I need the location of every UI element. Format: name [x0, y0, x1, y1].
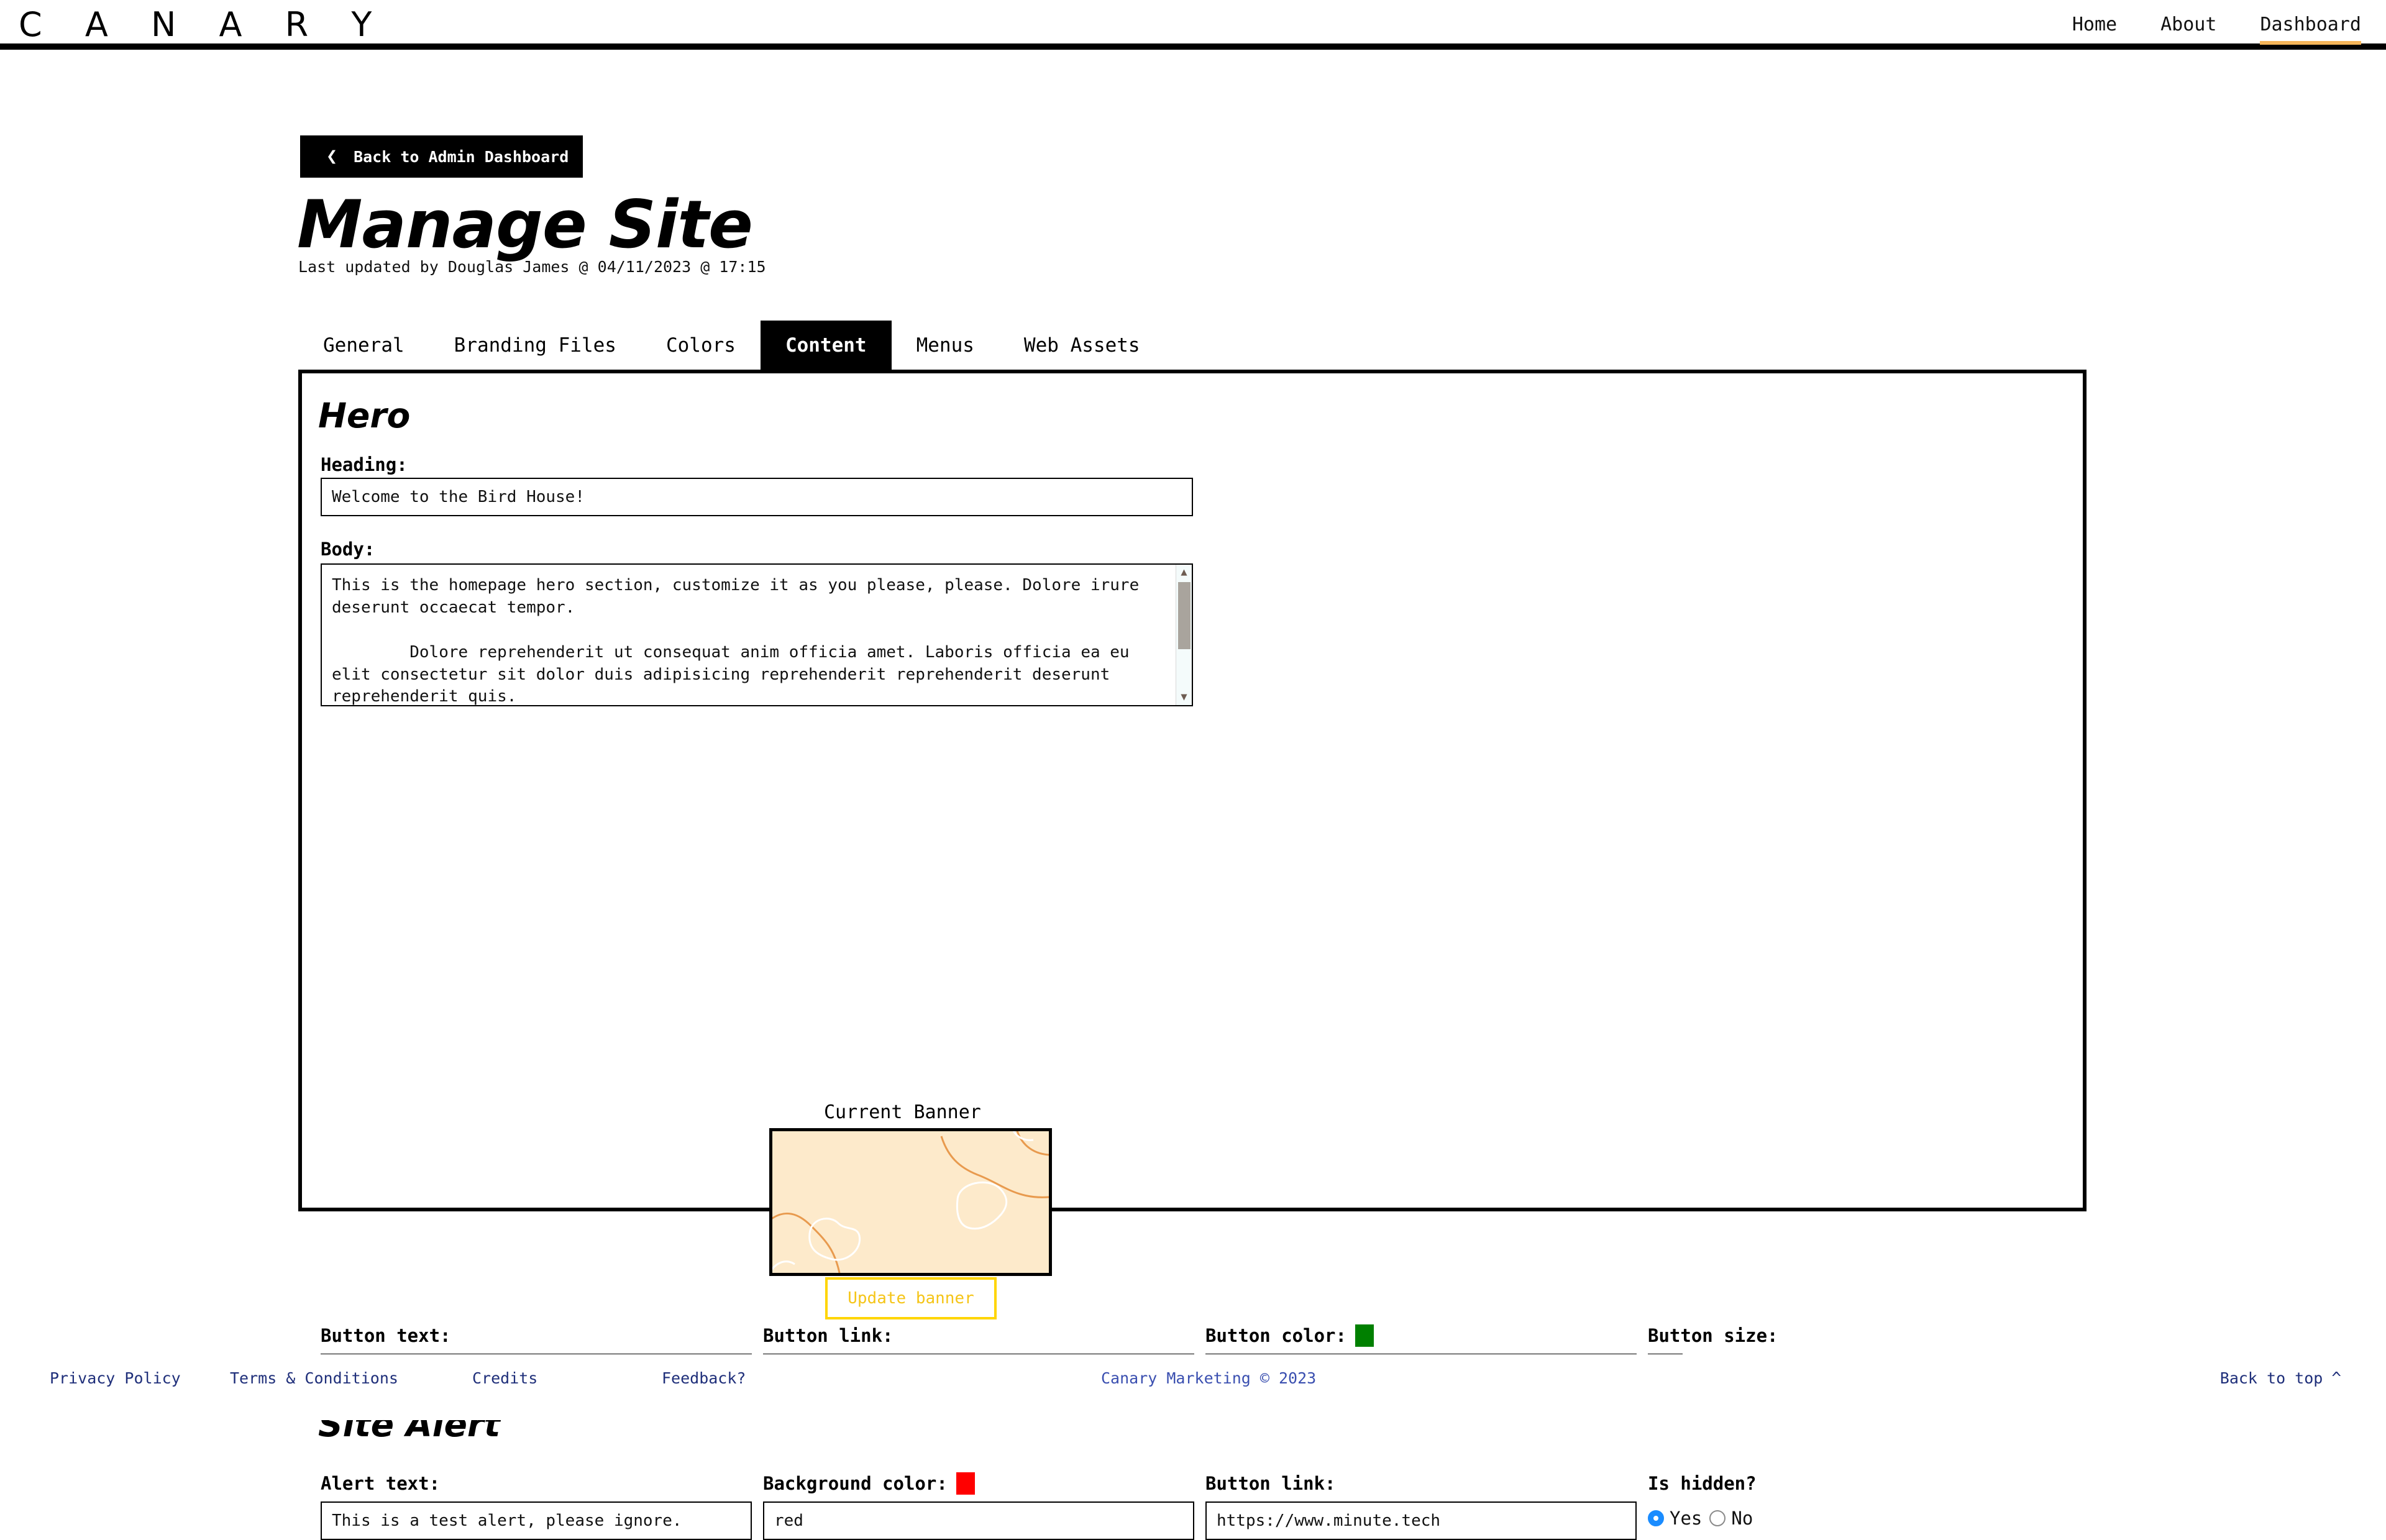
alert-bg-color-label-text: Background color: — [763, 1473, 948, 1494]
radio-yes-icon[interactable] — [1648, 1510, 1664, 1526]
textarea-scrollbar[interactable]: ▲ ▼ — [1176, 565, 1192, 705]
last-updated-text: Last updated by Douglas James @ 04/11/20… — [298, 258, 766, 276]
hero-heading-input[interactable] — [321, 478, 1193, 516]
alert-is-hidden-no-option[interactable]: No — [1709, 1508, 1753, 1529]
tab-general[interactable]: General — [298, 321, 429, 370]
back-button-label: Back to Admin Dashboard — [354, 148, 569, 166]
footer-back-to-top-link[interactable]: Back to top ^ — [2220, 1369, 2341, 1387]
current-banner-preview — [769, 1128, 1052, 1276]
scrollbar-thumb[interactable] — [1178, 582, 1191, 649]
hero-heading-label: Heading: — [321, 454, 408, 475]
hero-button-color-label-text: Button color: — [1205, 1325, 1346, 1346]
brand-logo[interactable]: C A N A R Y — [19, 5, 388, 44]
page-footer: Privacy Policy Terms & Conditions Credit… — [0, 1354, 2386, 1420]
settings-tabs: General Branding Files Colors Content Me… — [298, 321, 1165, 370]
alert-is-hidden-label: Is hidden? — [1648, 1472, 2070, 1495]
tab-branding-files[interactable]: Branding Files — [429, 321, 641, 370]
tab-menus[interactable]: Menus — [892, 321, 999, 370]
alert-bg-color-swatch — [956, 1472, 975, 1495]
hero-button-color-swatch — [1355, 1324, 1374, 1347]
hero-heading-field-wrapper — [321, 478, 1193, 516]
hero-button-color-label: Button color: — [1205, 1324, 1637, 1347]
radio-no-label: No — [1731, 1508, 1753, 1529]
hero-button-size-label: Button size: — [1648, 1324, 2070, 1347]
alert-text-input[interactable] — [321, 1501, 752, 1540]
top-navigation-bar: C A N A R Y Home About Dashboard — [0, 0, 2386, 50]
nav-item-dashboard[interactable]: Dashboard — [2260, 14, 2361, 45]
hero-body-textarea[interactable]: This is the homepage hero section, custo… — [321, 563, 1193, 706]
footer-link-privacy-policy[interactable]: Privacy Policy — [50, 1369, 181, 1387]
alert-is-hidden-radio-group: Yes No — [1648, 1501, 2070, 1529]
back-to-admin-dashboard-button[interactable]: ❮ Back to Admin Dashboard — [300, 135, 583, 178]
update-banner-button[interactable]: Update banner — [825, 1277, 997, 1319]
alert-button-link-cell: Button link: — [1205, 1472, 1648, 1540]
footer-link-credits[interactable]: Credits — [472, 1369, 537, 1387]
chevron-left-icon: ❮ — [326, 147, 337, 166]
alert-bg-color-label: Background color: — [763, 1472, 1194, 1495]
footer-link-feedback[interactable]: Feedback? — [662, 1369, 746, 1387]
content-tab-panel: Hero Heading: Body: This is the homepage… — [298, 370, 2087, 1211]
nav-item-home[interactable]: Home — [2072, 14, 2117, 41]
footer-link-terms-conditions[interactable]: Terms & Conditions — [230, 1369, 398, 1387]
chevron-up-icon: ^ — [2331, 1370, 2341, 1387]
hero-body-field-wrapper: This is the homepage hero section, custo… — [321, 563, 1193, 706]
tab-web-assets[interactable]: Web Assets — [999, 321, 1165, 370]
alert-bg-color-input[interactable] — [763, 1501, 1194, 1540]
alert-is-hidden-yes-option[interactable]: Yes — [1648, 1508, 1702, 1529]
hero-button-link-label: Button link: — [763, 1324, 1194, 1347]
hero-button-text-label: Button text: — [321, 1324, 752, 1347]
radio-no-icon[interactable] — [1709, 1510, 1726, 1526]
alert-button-link-input[interactable] — [1205, 1501, 1637, 1540]
tab-content[interactable]: Content — [761, 321, 892, 370]
alert-bg-color-cell: Background color: — [763, 1472, 1205, 1540]
alert-is-hidden-cell: Is hidden? Yes No — [1648, 1472, 2070, 1540]
alert-text-cell: Alert text: — [321, 1472, 763, 1540]
alert-button-link-label: Button link: — [1205, 1472, 1637, 1495]
current-banner-label: Current Banner — [824, 1101, 981, 1123]
hero-body-label: Body: — [321, 539, 375, 560]
main-nav: Home About Dashboard — [2072, 14, 2361, 45]
tab-colors[interactable]: Colors — [641, 321, 761, 370]
radio-yes-label: Yes — [1670, 1508, 1702, 1529]
footer-copyright: Canary Marketing © 2023 — [1101, 1369, 1316, 1387]
hero-section-title: Hero — [318, 396, 410, 435]
scroll-down-arrow-icon[interactable]: ▼ — [1181, 692, 1187, 703]
banner-artwork — [772, 1131, 1049, 1273]
nav-item-about[interactable]: About — [2160, 14, 2216, 41]
alert-text-label: Alert text: — [321, 1472, 752, 1495]
site-alert-fields-row: Alert text: Background color: Button lin… — [321, 1472, 2070, 1540]
back-to-top-label: Back to top — [2220, 1369, 2323, 1387]
page-title: Manage Site — [297, 186, 752, 263]
scroll-up-arrow-icon[interactable]: ▲ — [1181, 567, 1187, 578]
